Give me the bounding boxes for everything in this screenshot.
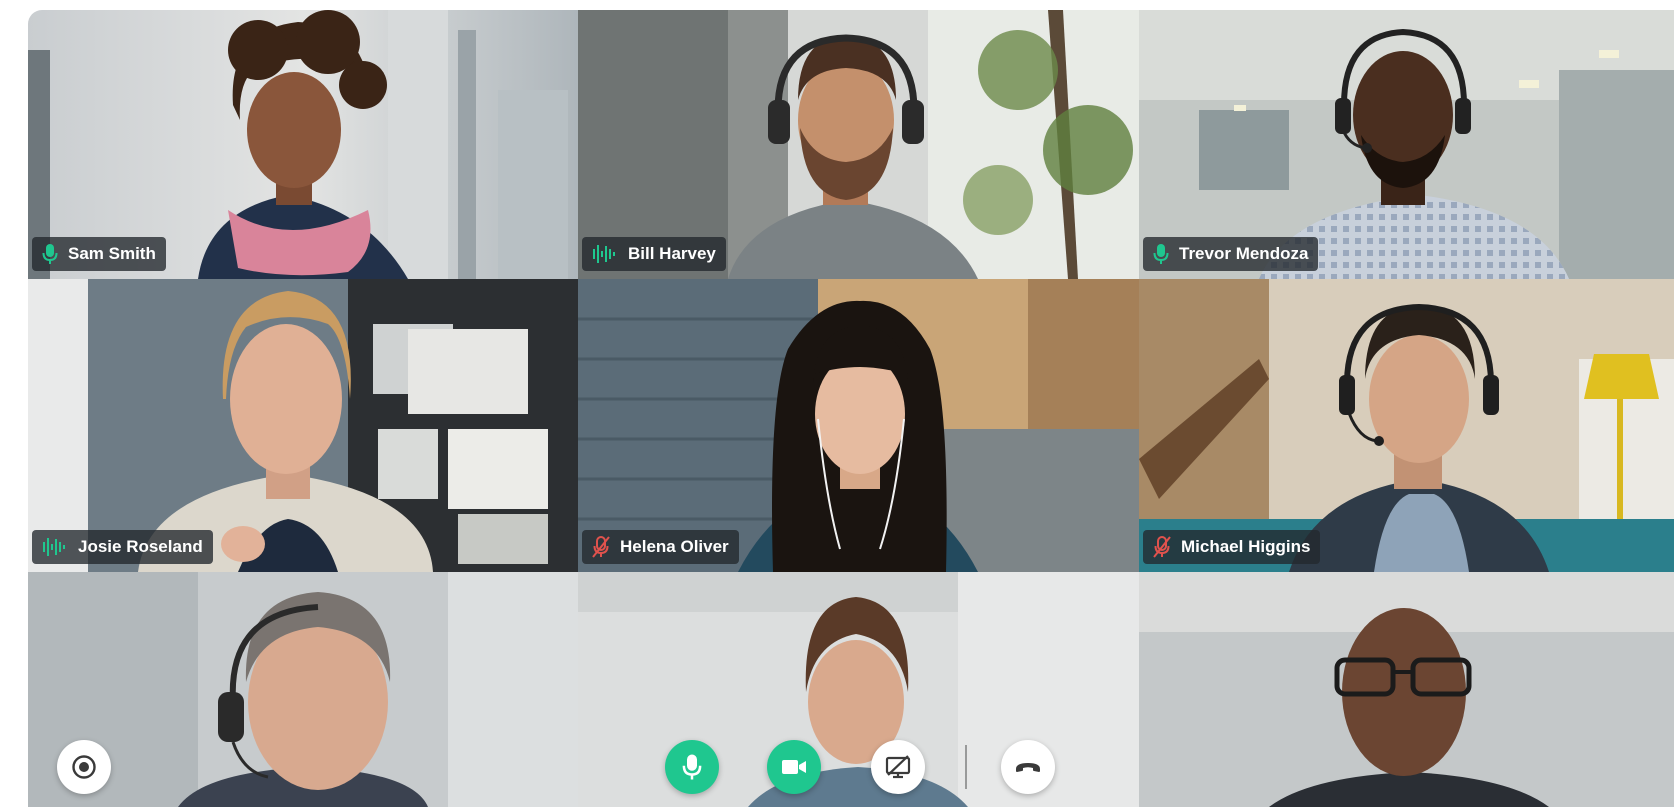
record-button[interactable] bbox=[57, 740, 111, 794]
audio-wave-icon bbox=[43, 538, 65, 556]
participant-name: Michael Higgins bbox=[1181, 537, 1311, 556]
video-tile-michael-higgins[interactable]: Michael Higgins bbox=[1139, 279, 1674, 572]
video-grid: Sam Smith Bill Harvey Trevor Mendoza Jos… bbox=[28, 10, 1674, 807]
participant-name: Helena Oliver bbox=[620, 537, 729, 556]
participant-nameplate: Trevor Mendoza bbox=[1143, 237, 1319, 271]
participant-name: Josie Roseland bbox=[78, 537, 203, 556]
video-feed bbox=[1139, 572, 1674, 807]
video-feed bbox=[578, 572, 1139, 807]
video-tile-josie-roseland[interactable]: Josie Roseland bbox=[28, 279, 578, 572]
hang-up-button[interactable] bbox=[1001, 740, 1055, 794]
video-tile-trevor-mendoza[interactable]: Trevor Mendoza bbox=[1139, 10, 1674, 279]
video-tile-helena-oliver[interactable]: Helena Oliver bbox=[578, 279, 1139, 572]
participant-nameplate: Josie Roseland bbox=[32, 530, 213, 564]
video-feed bbox=[28, 279, 578, 572]
participant-name: Sam Smith bbox=[68, 244, 156, 263]
video-tile-bill-harvey[interactable]: Bill Harvey bbox=[578, 10, 1139, 279]
microphone-muted-icon bbox=[1153, 536, 1171, 558]
audio-wave-icon bbox=[593, 245, 615, 263]
participant-nameplate: Sam Smith bbox=[32, 237, 166, 271]
video-camera-icon bbox=[782, 760, 806, 774]
participant-nameplate: Helena Oliver bbox=[582, 530, 739, 564]
phone-hangup-icon bbox=[1016, 763, 1040, 772]
screen-share-button[interactable] bbox=[871, 740, 925, 794]
record-icon bbox=[72, 755, 96, 779]
microphone-button[interactable] bbox=[665, 740, 719, 794]
video-tile-participant-8[interactable] bbox=[578, 572, 1139, 807]
participant-name: Trevor Mendoza bbox=[1179, 244, 1309, 263]
microphone-icon bbox=[682, 754, 702, 780]
microphone-muted-icon bbox=[592, 536, 610, 558]
video-feed bbox=[1139, 279, 1674, 572]
microphone-icon bbox=[42, 244, 58, 264]
screen-share-off-icon bbox=[885, 755, 911, 779]
video-feed bbox=[578, 279, 1139, 572]
participant-nameplate: Bill Harvey bbox=[582, 237, 726, 271]
microphone-icon bbox=[1153, 244, 1169, 264]
participant-nameplate: Michael Higgins bbox=[1143, 530, 1321, 564]
camera-button[interactable] bbox=[767, 740, 821, 794]
participant-name: Bill Harvey bbox=[628, 244, 716, 263]
video-tile-sam-smith[interactable]: Sam Smith bbox=[28, 10, 578, 279]
video-tile-participant-9[interactable] bbox=[1139, 572, 1674, 807]
